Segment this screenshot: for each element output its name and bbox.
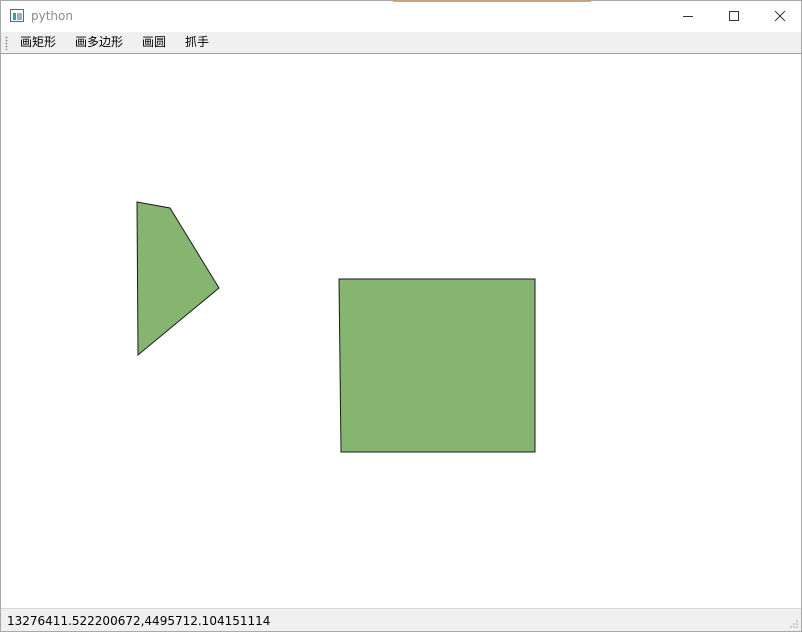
close-button[interactable] [757, 1, 802, 31]
minimize-button[interactable] [665, 1, 711, 31]
menu-bar: 画矩形 画多边形 画圆 抓手 [1, 32, 801, 54]
polygon-shape[interactable] [136, 201, 220, 357]
coordinate-readout: 13276411.522200672,4495712.104151114 [7, 614, 271, 628]
main-window: python 画矩形 画多边形 画圆 抓手 13276411.522200672… [0, 0, 802, 632]
close-icon [774, 10, 786, 22]
maximize-icon [729, 11, 739, 21]
app-icon-left-pane [13, 13, 16, 20]
drawing-canvas[interactable] [1, 53, 801, 608]
menu-draw-circle[interactable]: 画圆 [142, 34, 166, 51]
title-bar-accent [393, 1, 591, 2]
size-grip-icon[interactable] [789, 619, 799, 629]
menu-draw-rectangle[interactable]: 画矩形 [20, 34, 56, 51]
rectangle-shape[interactable] [338, 278, 536, 453]
python-window-icon [10, 9, 24, 22]
menu-draw-polygon[interactable]: 画多边形 [75, 34, 123, 51]
menu-pan-hand[interactable]: 抓手 [185, 34, 209, 51]
canvas-svg [136, 201, 536, 453]
status-bar: 13276411.522200672,4495712.104151114 [1, 608, 801, 631]
maximize-button[interactable] [711, 1, 757, 31]
minimize-icon [683, 16, 693, 17]
window-title: python [31, 9, 73, 23]
app-icon-right-pane [17, 13, 22, 20]
title-bar[interactable]: python [1, 1, 801, 32]
toolbar-grip[interactable] [5, 36, 8, 50]
